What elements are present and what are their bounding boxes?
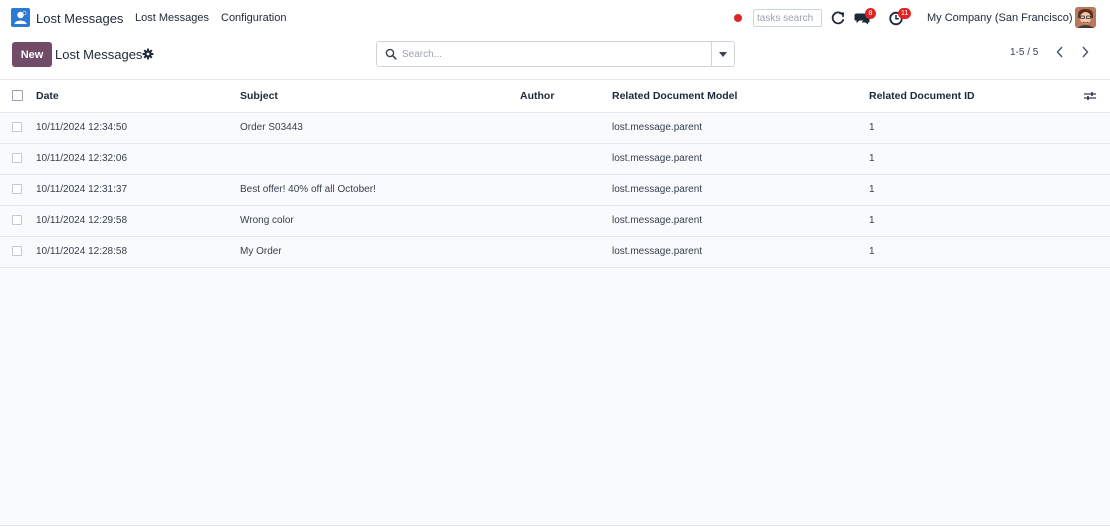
cell-model: lost.message.parent — [612, 153, 703, 164]
app-logo-icon[interactable] — [11, 8, 30, 27]
cell-date: 10/11/2024 12:32:06 — [36, 153, 128, 164]
cell-subject: Order S03443 — [240, 122, 303, 133]
gear-icon[interactable] — [142, 48, 154, 60]
top-navbar: Lost Messages Lost Messages Configuratio… — [0, 0, 1110, 36]
row-checkbox[interactable] — [12, 246, 22, 257]
search-options-toggle[interactable] — [711, 42, 734, 66]
cell-author — [520, 174, 612, 205]
recording-indicator-icon[interactable] — [734, 14, 742, 22]
table-header-row: Date Subject Author Related Document Mod… — [0, 80, 1110, 112]
activities-badge: 11 — [898, 8, 912, 19]
column-related-id[interactable]: Related Document ID — [869, 80, 1084, 112]
cell-date: 10/11/2024 12:31:37 — [36, 184, 128, 195]
cell-subject: Best offer! 40% off all October! — [240, 184, 376, 195]
chevron-left-icon[interactable] — [1053, 44, 1067, 60]
cell-author — [520, 143, 612, 174]
cell-model: lost.message.parent — [612, 246, 703, 257]
row-checkbox[interactable] — [12, 153, 22, 164]
column-date[interactable]: Date — [36, 80, 240, 112]
cell-date: 10/11/2024 12:34:50 — [36, 122, 128, 133]
records-table: Date Subject Author Related Document Mod… — [0, 80, 1110, 268]
menu-configuration[interactable]: Configuration — [221, 12, 286, 24]
row-checkbox[interactable] — [12, 215, 22, 226]
search-input[interactable] — [402, 48, 702, 60]
cell-author — [520, 205, 612, 236]
column-related-model[interactable]: Related Document Model — [612, 80, 869, 112]
row-checkbox[interactable] — [12, 184, 22, 195]
chevron-right-icon[interactable] — [1078, 44, 1092, 60]
caret-down-icon — [719, 51, 727, 57]
cell-author — [520, 236, 612, 267]
cell-date: 10/11/2024 12:28:58 — [36, 246, 128, 257]
page-title: Lost Messages — [55, 47, 143, 62]
cell-model: lost.message.parent — [612, 122, 703, 133]
list-view: Date Subject Author Related Document Mod… — [0, 79, 1110, 526]
cell-doc-id: 1 — [869, 184, 875, 195]
select-all-checkbox[interactable] — [12, 90, 23, 102]
search-icon — [385, 48, 397, 60]
column-subject[interactable]: Subject — [240, 80, 520, 112]
menu-lost-messages[interactable]: Lost Messages — [135, 12, 209, 24]
search-bar — [376, 41, 735, 67]
row-checkbox[interactable] — [12, 122, 22, 133]
optional-columns-icon[interactable] — [1084, 91, 1096, 101]
tasks-search-input[interactable] — [753, 9, 822, 27]
column-author[interactable]: Author — [520, 80, 612, 112]
table-row[interactable]: 10/11/2024 12:32:06 lost.message.parent … — [0, 143, 1110, 174]
new-button[interactable]: New — [12, 42, 52, 67]
cell-author — [520, 112, 612, 143]
cell-model: lost.message.parent — [612, 184, 703, 195]
cell-doc-id: 1 — [869, 122, 875, 133]
pager-value[interactable]: 1-5 / 5 — [1010, 47, 1038, 58]
refresh-icon[interactable] — [829, 9, 847, 27]
table-row[interactable]: 10/11/2024 12:31:37 Best offer! 40% off … — [0, 174, 1110, 205]
cell-subject: Wrong color — [240, 215, 294, 226]
cell-date: 10/11/2024 12:29:58 — [36, 215, 128, 226]
app-title[interactable]: Lost Messages — [36, 11, 123, 26]
table-row[interactable]: 10/11/2024 12:34:50 Order S03443 lost.me… — [0, 112, 1110, 143]
cell-model: lost.message.parent — [612, 215, 703, 226]
table-row[interactable]: 10/11/2024 12:28:58 My Order lost.messag… — [0, 236, 1110, 267]
cell-doc-id: 1 — [869, 246, 875, 257]
cell-doc-id: 1 — [869, 153, 875, 164]
company-switcher[interactable]: My Company (San Francisco) — [927, 12, 1073, 24]
cell-subject: My Order — [240, 246, 282, 257]
cell-doc-id: 1 — [869, 215, 875, 226]
user-avatar[interactable] — [1075, 7, 1096, 28]
messages-badge: 8 — [865, 8, 876, 19]
table-row[interactable]: 10/11/2024 12:29:58 Wrong color lost.mes… — [0, 205, 1110, 236]
cell-subject — [240, 143, 520, 174]
